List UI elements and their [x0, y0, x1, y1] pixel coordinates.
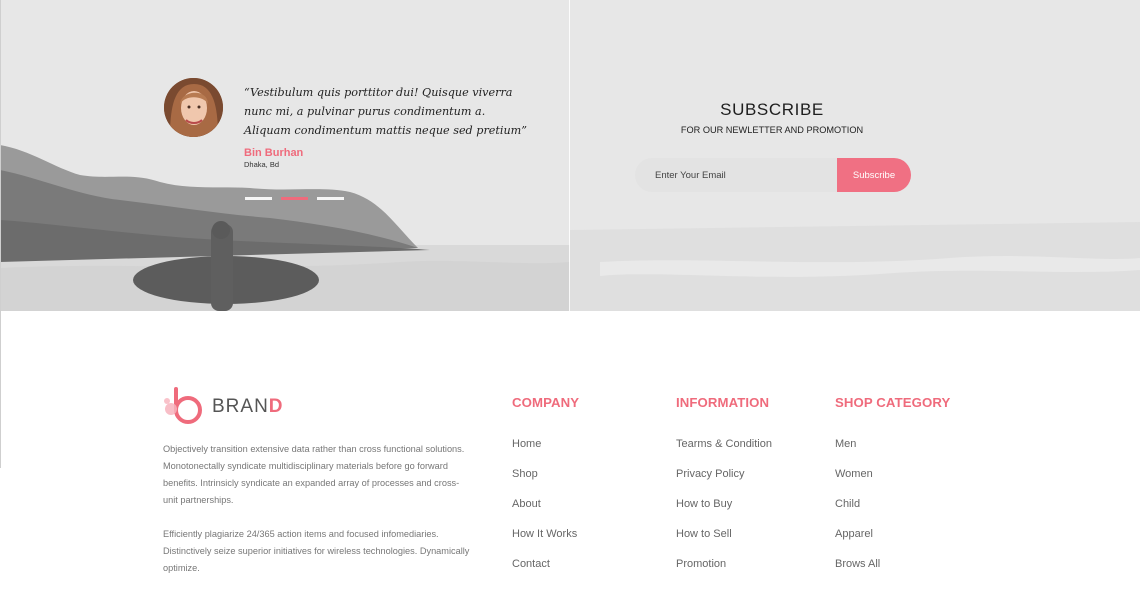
brand-name: BRAND — [212, 396, 284, 417]
email-input[interactable] — [635, 158, 837, 192]
brand-logo-icon — [164, 387, 202, 424]
beach-background-image — [0, 0, 1140, 311]
footer-column-information: INFORMATION Tearms & Condition Privacy P… — [676, 395, 772, 586]
testimonial-author: Bin Burhan — [244, 147, 304, 159]
subscribe-title: SUBSCRIBE — [720, 100, 824, 119]
testimonial-quote: “Vestibulum quis porttitor dui! Quisque … — [244, 86, 528, 137]
subscribe-button[interactable]: Subscribe — [837, 158, 911, 192]
footer-link-how-to-buy[interactable]: How to Buy — [676, 496, 772, 526]
footer-link-men[interactable]: Men — [835, 436, 950, 466]
slider-dot-3[interactable] — [317, 197, 344, 200]
footer-link-terms[interactable]: Tearms & Condition — [676, 436, 772, 466]
subscribe-subtitle: FOR OUR NEWLETTER AND PROMOTION — [680, 125, 864, 135]
brand-description-2: Efficiently plagiarize 24/365 action ite… — [163, 529, 470, 573]
slider-dot-1[interactable] — [245, 197, 272, 200]
footer-link-how-it-works[interactable]: How It Works — [512, 526, 579, 556]
footer-heading-information: INFORMATION — [676, 395, 770, 410]
page-left-edge — [0, 0, 1, 468]
footer-link-shop[interactable]: Shop — [512, 466, 579, 496]
testimonial-avatar — [164, 78, 223, 137]
footer-link-contact[interactable]: Contact — [512, 556, 579, 586]
footer-column-company: COMPANY Home Shop About How It Works Con… — [512, 395, 579, 586]
footer-column-shop-category: SHOP CATEGORY Men Women Child Apparel Br… — [835, 395, 950, 586]
footer-link-child[interactable]: Child — [835, 496, 950, 526]
footer-link-privacy[interactable]: Privacy Policy — [676, 466, 772, 496]
footer-link-about[interactable]: About — [512, 496, 579, 526]
testimonial-location: Dhaka, Bd — [244, 160, 280, 169]
footer-link-how-to-sell[interactable]: How to Sell — [676, 526, 772, 556]
testimonial-slider-dots — [245, 197, 344, 200]
brand-logo-link[interactable]: BRAND — [162, 387, 284, 427]
slider-dot-2[interactable] — [281, 197, 308, 200]
footer-link-women[interactable]: Women — [835, 466, 950, 496]
brand-description-1: Objectively transition extensive data ra… — [163, 444, 465, 505]
footer-link-brows-all[interactable]: Brows All — [835, 556, 950, 586]
footer-link-home[interactable]: Home — [512, 436, 579, 466]
testimonial-subscribe-banner: “Vestibulum quis porttitor dui! Quisque … — [0, 0, 1140, 311]
footer-link-promotion[interactable]: Promotion — [676, 556, 772, 586]
footer-heading-company: COMPANY — [512, 395, 580, 410]
subscribe-form: Subscribe — [635, 158, 911, 192]
hero-divider — [569, 0, 570, 311]
footer-link-apparel[interactable]: Apparel — [835, 526, 950, 556]
footer-heading-shop-category: SHOP CATEGORY — [835, 395, 951, 410]
